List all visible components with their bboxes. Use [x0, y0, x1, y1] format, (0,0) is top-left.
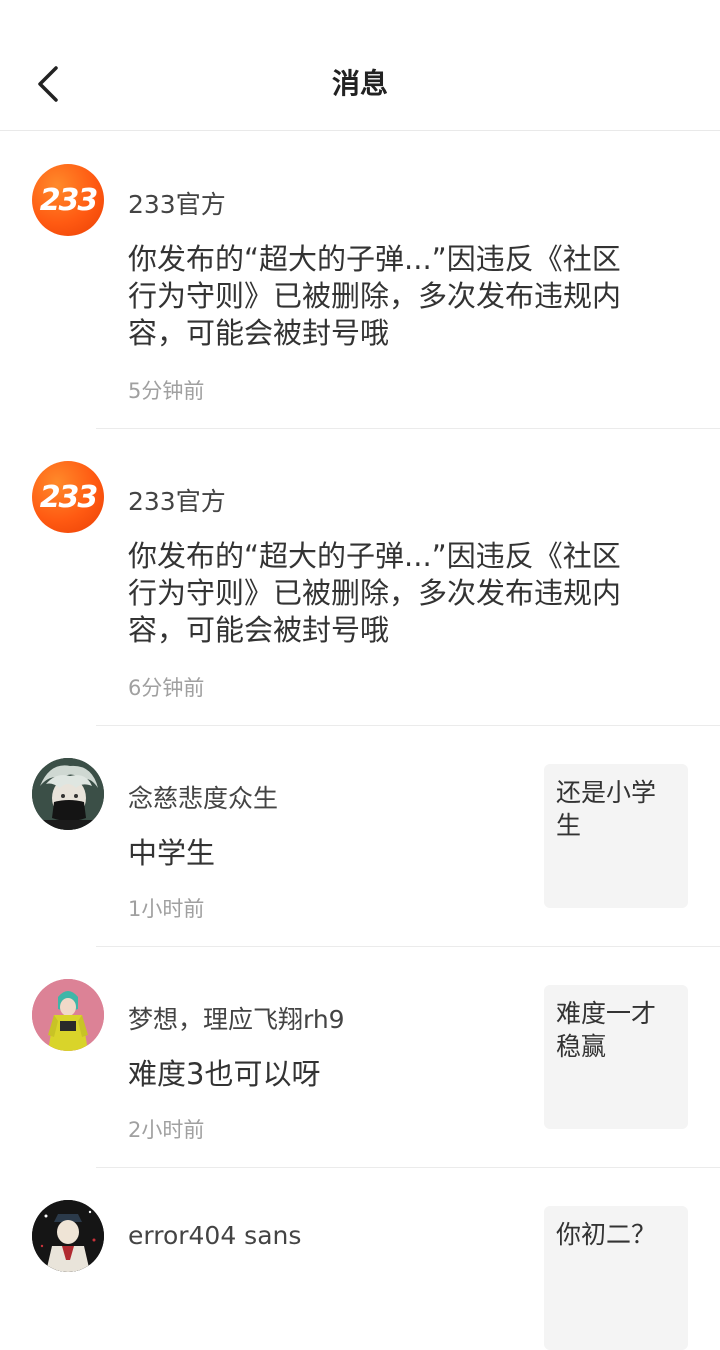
avatar[interactable] [32, 1200, 104, 1272]
message-item[interactable]: error404 sans 你初二？ [0, 0, 720, 1350]
avatar-image [32, 1200, 104, 1272]
quoted-comment[interactable]: 你初二？ [544, 1206, 688, 1350]
message-username[interactable]: error404 sans [128, 1221, 301, 1250]
